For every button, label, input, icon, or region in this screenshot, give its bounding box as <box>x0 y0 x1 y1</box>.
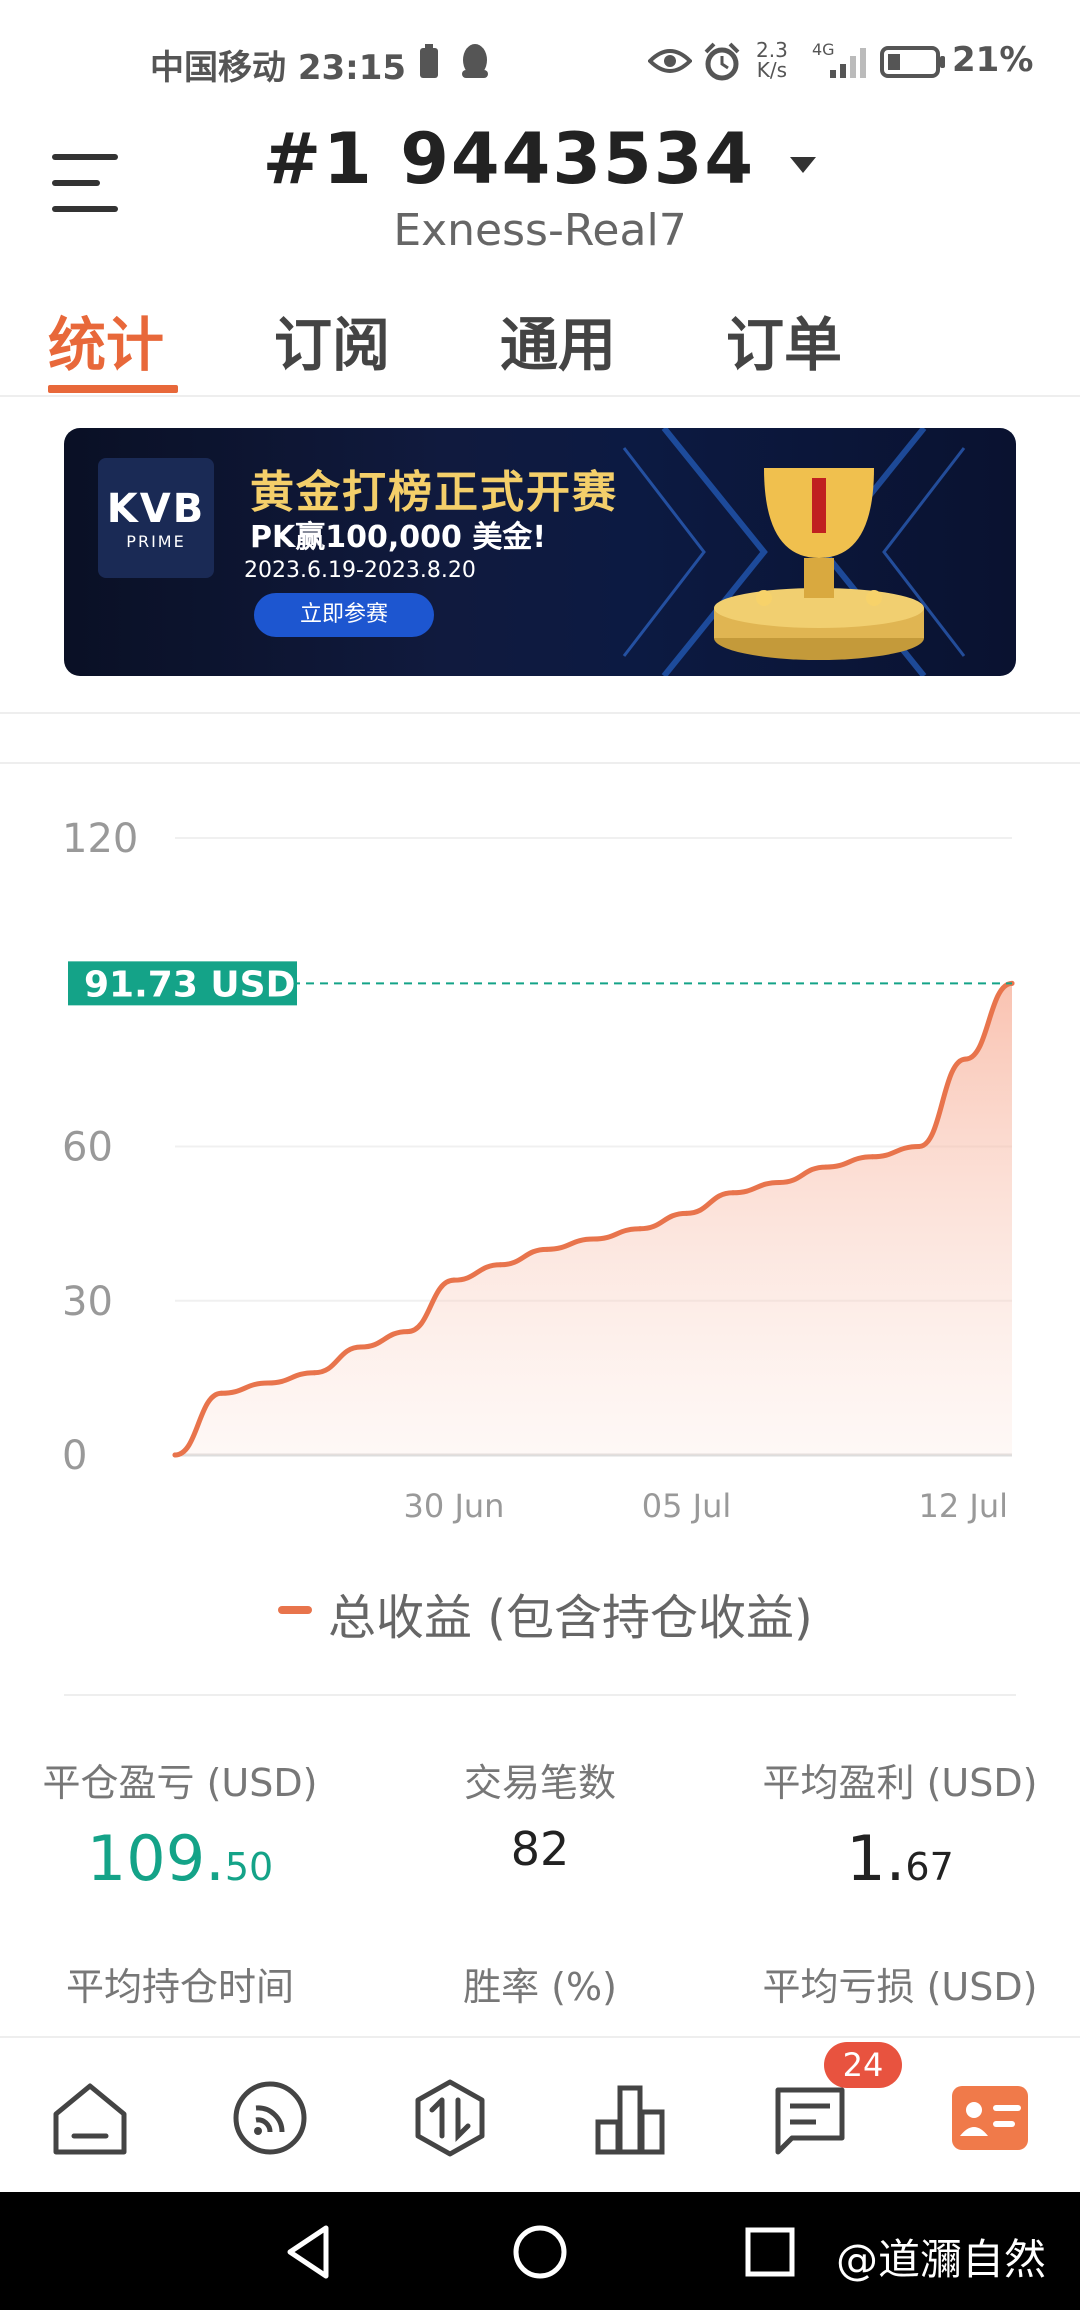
stat-avg-profit-value: 1.67 <box>846 1822 954 1895</box>
data-point <box>265 1380 271 1386</box>
tabs-divider <box>0 395 1080 397</box>
tab-subscribe[interactable]: 订阅 <box>274 298 390 382</box>
profit-chart[interactable]: 0 30 60 120 30 Jun 05 Jul 12 Jul 91.73 USD <box>0 770 1080 1540</box>
x-tick-label: 12 Jul <box>919 1487 1009 1525</box>
banner-title: 黄金打榜正式开赛 <box>250 467 618 518</box>
legend-swatch <box>278 1606 312 1614</box>
tab-statistics[interactable]: 统计 <box>48 298 164 382</box>
unread-badge: 24 <box>824 2042 902 2088</box>
tab-orders[interactable]: 订单 <box>726 298 842 382</box>
trade-icon[interactable] <box>410 2078 490 2158</box>
data-point <box>637 1226 643 1232</box>
data-point <box>405 1329 410 1335</box>
messages-icon[interactable] <box>770 2078 850 2158</box>
battery-percent: 21% <box>952 40 1034 80</box>
section-divider <box>0 712 1080 714</box>
chart-icon[interactable] <box>590 2078 670 2158</box>
stat-closed-pnl-label: 平仓盈亏 (USD) <box>42 1761 318 1805</box>
watermark: @道瀰自然 <box>836 2235 1047 2284</box>
legend-label: 总收益 (包含持仓收益) <box>328 1590 813 1646</box>
data-point <box>916 1144 922 1149</box>
banner-subtitle: PK赢100,000 美金! <box>250 520 547 555</box>
promo-banner[interactable]: KVB PRIME 黄金打榜正式开赛 PK赢100,000 美金! 2023.6… <box>64 428 1016 676</box>
data-point <box>358 1344 364 1350</box>
data-point <box>544 1246 550 1252</box>
kvb-logo: KVB PRIME <box>98 458 214 578</box>
data-point <box>498 1262 503 1268</box>
home-circle-icon[interactable] <box>510 2222 570 2282</box>
battery-saver-icon <box>420 44 438 78</box>
section-divider <box>64 1694 1016 1696</box>
home-icon[interactable] <box>50 2078 130 2158</box>
banner-dates: 2023.6.19-2023.8.20 <box>244 558 476 583</box>
data-point <box>870 1154 875 1160</box>
recents-icon[interactable] <box>740 2222 800 2282</box>
y-tick-label: 120 <box>62 816 138 862</box>
y-tick-label: 30 <box>62 1279 113 1325</box>
feed-icon[interactable] <box>230 2078 310 2158</box>
back-icon[interactable] <box>280 2222 340 2282</box>
x-tick-label: 30 Jun <box>404 1487 505 1525</box>
active-tab-indicator <box>48 385 178 393</box>
y-tick-label: 0 <box>62 1433 87 1479</box>
data-point <box>730 1190 736 1196</box>
net-speed: 2.3 K/s <box>756 38 788 82</box>
qq-icon <box>462 44 488 78</box>
data-point <box>963 1056 968 1062</box>
bottom-nav <box>0 2036 1080 2194</box>
profile-icon[interactable] <box>950 2078 1030 2158</box>
y-tick-label: 60 <box>62 1125 113 1171</box>
data-point <box>591 1236 596 1242</box>
current-value-label: 91.73 USD <box>84 964 295 1005</box>
alarm-icon <box>704 42 740 81</box>
stat-avg-profit-label: 平均盈利 (USD) <box>762 1761 1038 1805</box>
data-point <box>823 1164 829 1170</box>
stat-closed-pnl-value: 109.50 <box>86 1822 274 1895</box>
stat-trade-count-label: 交易笔数 <box>463 1761 616 1805</box>
chevron-down-icon[interactable] <box>788 149 818 179</box>
stat-win-rate-label: 胜率 (%) <box>463 1965 617 2009</box>
signal-icon <box>830 48 866 78</box>
eye-icon <box>648 49 692 73</box>
battery-icon <box>880 46 945 78</box>
stat-trade-count-value: 82 <box>510 1822 570 1876</box>
stat-avg-loss-label: 平均亏损 (USD) <box>762 1965 1038 2009</box>
tab-general[interactable]: 通用 <box>500 298 616 382</box>
carrier-time: 中国移动 23:15 <box>150 48 407 88</box>
data-point <box>777 1179 782 1185</box>
server-name: Exness-Real7 <box>393 205 687 256</box>
section-divider <box>0 762 1080 764</box>
x-tick-label: 05 Jul <box>642 1487 732 1525</box>
data-point <box>172 1452 178 1458</box>
data-point <box>312 1370 317 1376</box>
data-point <box>219 1390 224 1396</box>
account-number[interactable]: #1 9443534 <box>0 118 1080 200</box>
data-point <box>684 1210 689 1216</box>
status-bar: 中国移动 23:15 2.3 K/s 4G 21% <box>0 0 1080 110</box>
data-point <box>451 1277 457 1283</box>
profit-area <box>175 983 1012 1455</box>
stat-avg-hold-time-label: 平均持仓时间 <box>65 1965 294 2009</box>
join-now-button[interactable]: 立即参赛 <box>254 593 434 637</box>
trophy-icon <box>714 468 924 660</box>
